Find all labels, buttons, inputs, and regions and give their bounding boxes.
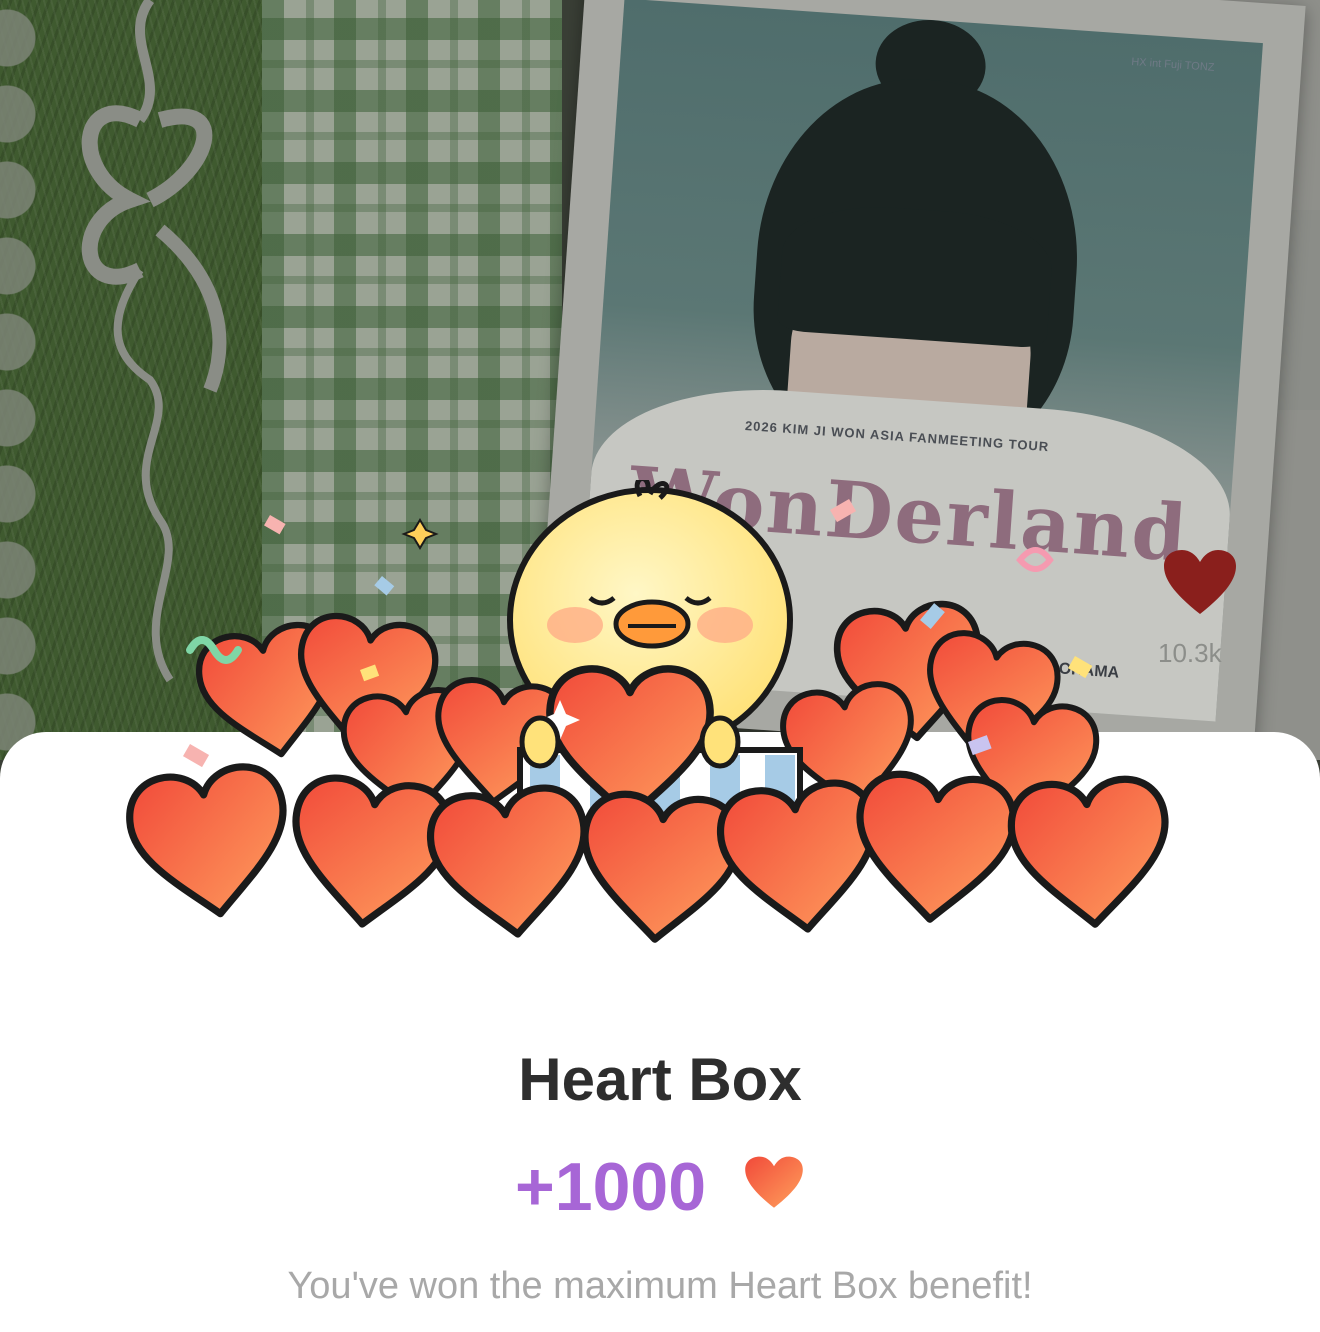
heart-box-message: You've won the maximum Heart Box benefit… [287,1265,1033,1307]
lace-border [0,0,42,760]
heart-box-title: Heart Box [518,1046,802,1113]
reward-amount-row: +1000 [0,1148,1320,1231]
mascot-heart-pile-illustration [120,480,1200,980]
reward-amount: +1000 [515,1149,707,1225]
poster-logos: HX int Fuji TONZ [1130,56,1215,74]
heart-icon [743,1149,805,1227]
